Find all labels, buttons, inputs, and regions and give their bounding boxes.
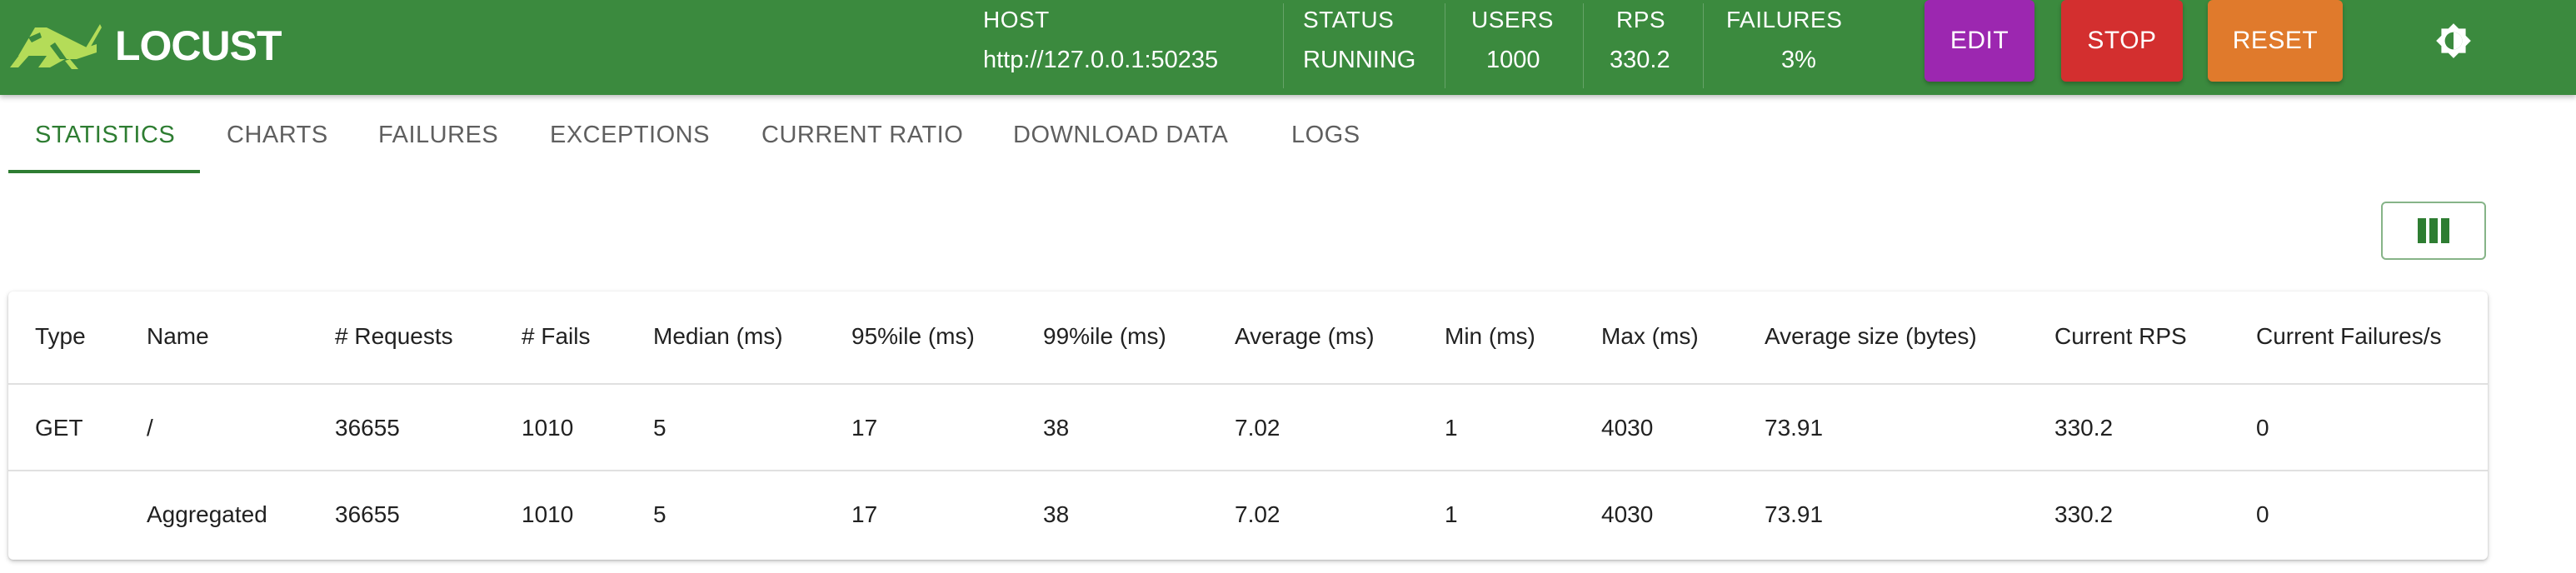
column-header: Average size (bytes) — [1765, 323, 1977, 349]
stat-host-value: http://127.0.0.1:50235 — [983, 47, 1219, 73]
tab-exceptions[interactable]: EXCEPTIONS — [550, 95, 710, 177]
table-cell: 17 — [851, 415, 878, 441]
table-cell: 36655 — [335, 415, 400, 441]
stat-rps-label: RPS — [1616, 7, 1666, 32]
column-header: 95%ile (ms) — [851, 323, 975, 349]
column-header: 99%ile (ms) — [1043, 323, 1166, 349]
top-app-bar: LOCUST HOST http://127.0.0.1:50235 STATU… — [0, 0, 2576, 95]
column-header: Max (ms) — [1601, 323, 1699, 349]
column-header: Average (ms) — [1235, 323, 1375, 349]
active-tab-indicator — [8, 170, 200, 173]
column-header: # Fails — [522, 323, 591, 349]
table-cell: 4030 — [1601, 415, 1654, 441]
table-cell: 17 — [851, 501, 878, 527]
statistics-table: Type Name # Requests # Fails Median (ms)… — [8, 291, 2488, 560]
columns-icon — [2418, 218, 2449, 243]
reset-button[interactable]: RESET — [2208, 0, 2343, 82]
stat-divider — [1283, 3, 1284, 88]
table-row: GET / 36655 1010 5 17 38 7.02 1 4030 73.… — [8, 383, 2488, 471]
stat-status-label: STATUS — [1303, 7, 1395, 32]
stat-status-value: RUNNING — [1303, 47, 1416, 73]
table-cell: 1010 — [522, 415, 574, 441]
tab-statistics[interactable]: STATISTICS — [35, 95, 175, 177]
brightness-icon — [2436, 23, 2471, 58]
table-row-aggregated: Aggregated 36655 1010 5 17 38 7.02 1 403… — [8, 470, 2488, 558]
theme-toggle-button[interactable] — [2433, 20, 2474, 62]
locust-logo-icon — [10, 24, 102, 69]
table-cell: 38 — [1043, 415, 1070, 441]
column-picker-button[interactable] — [2381, 202, 2486, 260]
table-cell: 1010 — [522, 501, 574, 527]
stat-failures-label: FAILURES — [1726, 7, 1843, 32]
table-cell: 0 — [2256, 501, 2269, 527]
table-cell: 73.91 — [1765, 415, 1824, 441]
stat-host-label: HOST — [983, 7, 1050, 32]
table-header-row: Type Name # Requests # Fails Median (ms)… — [8, 291, 2488, 381]
table-cell: / — [147, 415, 153, 441]
column-header: Median (ms) — [653, 323, 783, 349]
table-cell: 7.02 — [1235, 501, 1281, 527]
table-cell: Aggregated — [147, 501, 267, 527]
table-cell: 1 — [1445, 415, 1458, 441]
table-cell: 5 — [653, 415, 666, 441]
column-header: # Requests — [335, 323, 453, 349]
edit-button[interactable]: EDIT — [1925, 0, 2034, 82]
table-cell: 330.2 — [2054, 501, 2114, 527]
table-cell: 5 — [653, 501, 666, 527]
stat-divider — [1703, 3, 1704, 88]
column-header: Current Failures/s — [2256, 323, 2442, 349]
tab-bar: STATISTICS CHARTS FAILURES EXCEPTIONS CU… — [0, 95, 2576, 177]
table-cell: 36655 — [335, 501, 400, 527]
tab-failures[interactable]: FAILURES — [378, 95, 498, 177]
column-header: Min (ms) — [1445, 323, 1535, 349]
app-name: LOCUST — [115, 22, 282, 69]
table-cell: 7.02 — [1235, 415, 1281, 441]
stat-rps-value: 330.2 — [1610, 47, 1670, 73]
stop-button[interactable]: STOP — [2061, 0, 2183, 82]
tab-current-ratio[interactable]: CURRENT RATIO — [761, 95, 963, 177]
column-header: Current RPS — [2054, 323, 2187, 349]
tab-logs[interactable]: LOGS — [1291, 95, 1360, 177]
table-cell: 38 — [1043, 501, 1070, 527]
table-cell: 4030 — [1601, 501, 1654, 527]
column-header: Type — [35, 323, 86, 349]
tab-charts[interactable]: CHARTS — [227, 95, 328, 177]
stat-users-label: USERS — [1471, 7, 1554, 32]
table-cell: GET — [35, 415, 83, 441]
stat-divider — [1583, 3, 1584, 88]
tab-download-data[interactable]: DOWNLOAD DATA — [1013, 95, 1228, 177]
stat-failures-value: 3% — [1781, 47, 1816, 73]
table-cell: 0 — [2256, 415, 2269, 441]
table-cell: 1 — [1445, 501, 1458, 527]
table-cell: 330.2 — [2054, 415, 2114, 441]
table-cell: 73.91 — [1765, 501, 1824, 527]
column-header: Name — [147, 323, 209, 349]
locust-logo[interactable]: LOCUST — [7, 17, 282, 75]
stat-users-value: 1000 — [1486, 47, 1540, 73]
